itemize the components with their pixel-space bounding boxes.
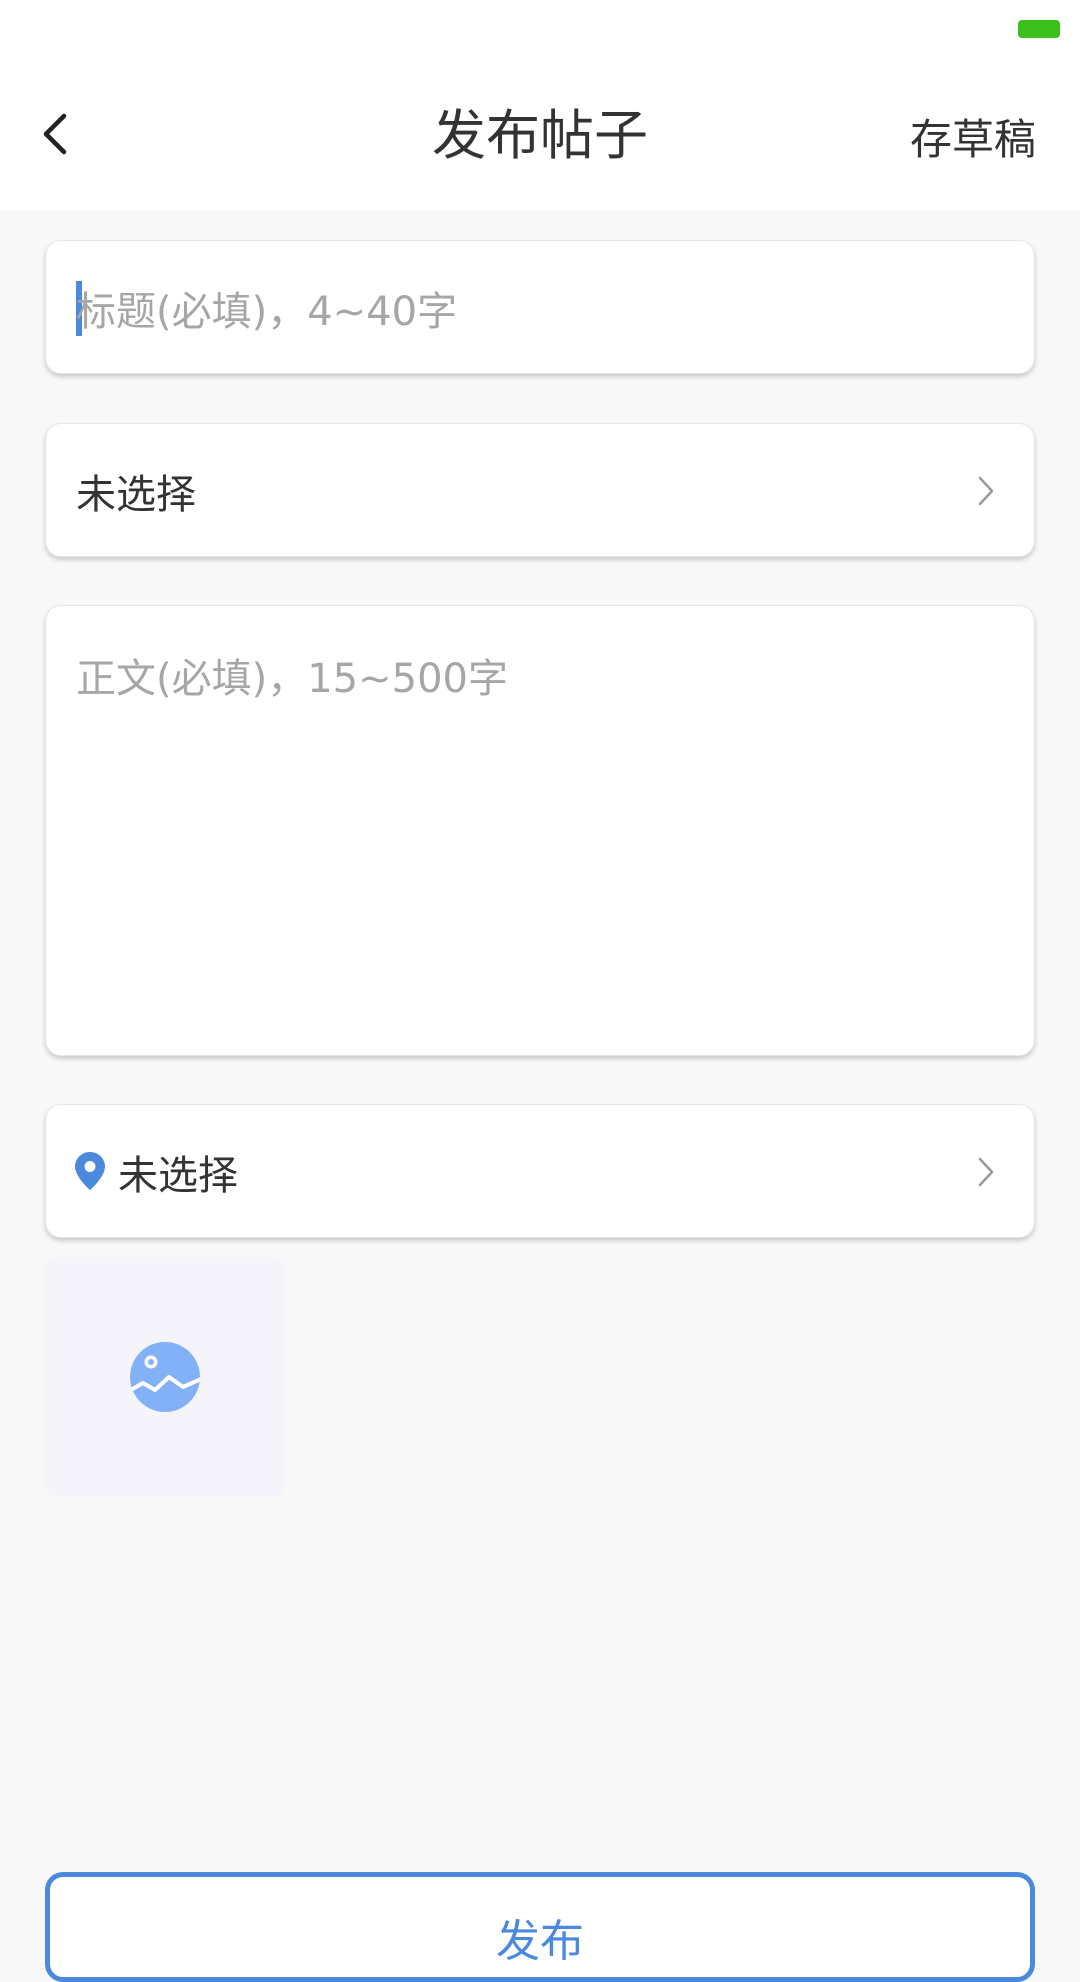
submit-button[interactable]: 发布 (45, 1872, 1035, 1982)
category-selector[interactable]: 未选择 (45, 423, 1035, 557)
image-icon (130, 1342, 200, 1412)
location-selector[interactable]: 未选择 (45, 1104, 1035, 1238)
category-value: 未选择 (76, 472, 196, 518)
chevron-right-icon (966, 471, 1006, 511)
title-input[interactable]: 标题(必填)，4~40字 (76, 241, 457, 375)
location-pin-icon (75, 1152, 105, 1190)
status-bar (0, 0, 1080, 64)
content-input[interactable]: 正文(必填)，15~500字 (76, 646, 508, 704)
image-upload-button[interactable] (45, 1257, 285, 1497)
chevron-right-icon (966, 1152, 1006, 1192)
header: 发布帖子 存草稿 (0, 64, 1080, 210)
content-input-card[interactable]: 正文(必填)，15~500字 (45, 605, 1035, 1056)
location-value: 未选择 (118, 1153, 238, 1199)
title-input-card[interactable]: 标题(必填)，4~40字 (45, 240, 1035, 374)
save-draft-button[interactable]: 存草稿 (910, 116, 1036, 164)
battery-icon (1018, 20, 1060, 38)
